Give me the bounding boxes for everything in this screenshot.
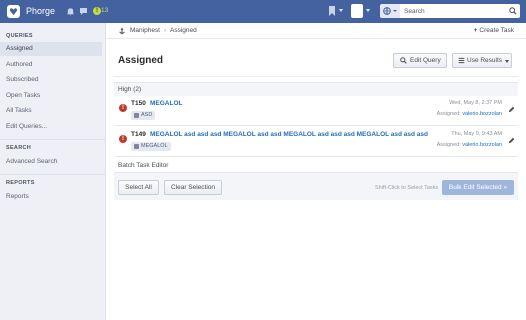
sidebar-item-open-tasks[interactable]: Open Tasks <box>0 89 102 103</box>
sidebar: QUERIES Assigned Authored Subscribed Ope… <box>0 23 106 320</box>
briefcase-icon <box>134 113 139 118</box>
use-results-button[interactable]: Use Results <box>452 53 512 68</box>
task-assignee: Assigned: valerio.bozzolan <box>437 111 502 117</box>
select-all-button[interactable]: Select All <box>118 180 159 195</box>
project-tag-label: MEGALOL <box>141 143 168 149</box>
sidebar-item-all-tasks[interactable]: All Tasks <box>0 104 102 118</box>
priority-group-header: High (2) <box>114 82 518 96</box>
task-id: T150 <box>131 100 146 107</box>
search-field[interactable] <box>400 4 520 18</box>
alert-icon[interactable]: ! <box>93 7 101 15</box>
sidebar-item-reports[interactable]: Reports <box>0 190 102 204</box>
sidebar-heading-search: SEARCH <box>6 145 32 151</box>
create-task-label: Create Task <box>479 27 514 34</box>
sidebar-heading-reports: REPORTS <box>6 180 35 186</box>
clear-selection-button[interactable]: Clear Selection <box>164 180 222 195</box>
task-date: Thu, May 9, 9:43 AM <box>451 131 502 137</box>
sidebar-divider <box>0 139 106 140</box>
task-name-link[interactable]: MEGALOL <box>150 100 183 107</box>
assignee-link[interactable]: valerio.bozzolan <box>462 111 502 117</box>
chevron-down-icon[interactable] <box>339 9 343 12</box>
assigned-label: Assigned: <box>436 142 461 148</box>
header-divider <box>114 76 518 77</box>
chevron-down-icon <box>393 10 397 12</box>
sidebar-item-authored[interactable]: Authored <box>0 58 102 72</box>
phorge-logo-icon[interactable] <box>7 5 20 18</box>
shift-click-hint: Shift-Click to Select Tasks <box>375 185 439 191</box>
sidebar-divider <box>0 174 106 175</box>
search-input[interactable] <box>400 4 520 18</box>
anchor-icon <box>118 27 126 37</box>
notification-count[interactable]: 13 <box>101 7 108 14</box>
sidebar-item-advanced-search[interactable]: Advanced Search <box>0 155 102 169</box>
globe-icon <box>383 7 391 15</box>
assigned-label: Assigned: <box>436 111 461 117</box>
chevron-down-icon <box>505 60 509 63</box>
page-title: Assigned <box>118 55 164 66</box>
sidebar-item-subscribed[interactable]: Subscribed <box>0 73 102 87</box>
bookmark-icon[interactable] <box>328 6 336 18</box>
plus-icon: + <box>473 27 478 34</box>
pencil-icon[interactable] <box>508 137 515 146</box>
task-name-link[interactable]: MEGALOL asd asd asd MEGALOL asd asd MEGA… <box>150 131 428 138</box>
briefcase-icon <box>134 144 139 149</box>
project-tag[interactable]: MEGALOL <box>131 142 171 151</box>
priority-high-icon: ! <box>119 104 127 112</box>
create-task-button[interactable]: + Create Task <box>474 27 514 34</box>
sidebar-item-edit-queries[interactable]: Edit Queries... <box>0 120 102 134</box>
project-tag[interactable]: ASD <box>131 111 156 120</box>
breadcrumb: Maniphest › Assigned + Create Task <box>106 23 526 39</box>
task-row[interactable]: ! T149 MEGALOL asd asd asd MEGALOL asd a… <box>114 127 518 157</box>
sidebar-item-assigned[interactable]: Assigned <box>0 42 102 56</box>
task-id: T149 <box>131 131 146 138</box>
top-navigation-bar: Phorge ! 13 <box>0 0 526 23</box>
task-row[interactable]: ! T150 MEGALOL ASD Wed, May 8, 2:37 PM A… <box>114 96 518 126</box>
use-results-label: Use Results <box>467 57 503 64</box>
breadcrumb-assigned: Assigned <box>170 27 197 34</box>
bulk-edit-selected-button[interactable]: Bulk Edit Selected » <box>442 180 514 195</box>
search-icon[interactable] <box>509 7 517 17</box>
edit-query-button[interactable]: Edit Query <box>393 53 447 68</box>
chat-icon[interactable] <box>79 7 88 16</box>
task-date: Wed, May 8, 2:37 PM <box>449 100 502 106</box>
assignee-link[interactable]: valerio.bozzolan <box>462 142 502 148</box>
search-scope-selector[interactable] <box>380 4 400 18</box>
chevron-down-icon[interactable] <box>366 9 370 12</box>
edit-query-label: Edit Query <box>410 57 441 64</box>
sidebar-heading-queries: QUERIES <box>6 33 33 39</box>
app-name[interactable]: Phorge <box>26 6 55 16</box>
breadcrumb-maniphest[interactable]: Maniphest <box>130 27 160 34</box>
avatar[interactable] <box>351 4 363 18</box>
search-icon <box>400 57 407 64</box>
project-tag-label: ASD <box>141 112 153 118</box>
priority-high-icon: ! <box>119 135 127 143</box>
bell-icon[interactable] <box>66 7 75 16</box>
list-icon <box>458 57 465 64</box>
task-assignee: Assigned: valerio.bozzolan <box>437 142 502 148</box>
pencil-icon[interactable] <box>508 106 515 115</box>
batch-editor-title: Batch Task Editor <box>114 159 518 173</box>
breadcrumb-separator: › <box>164 27 167 34</box>
